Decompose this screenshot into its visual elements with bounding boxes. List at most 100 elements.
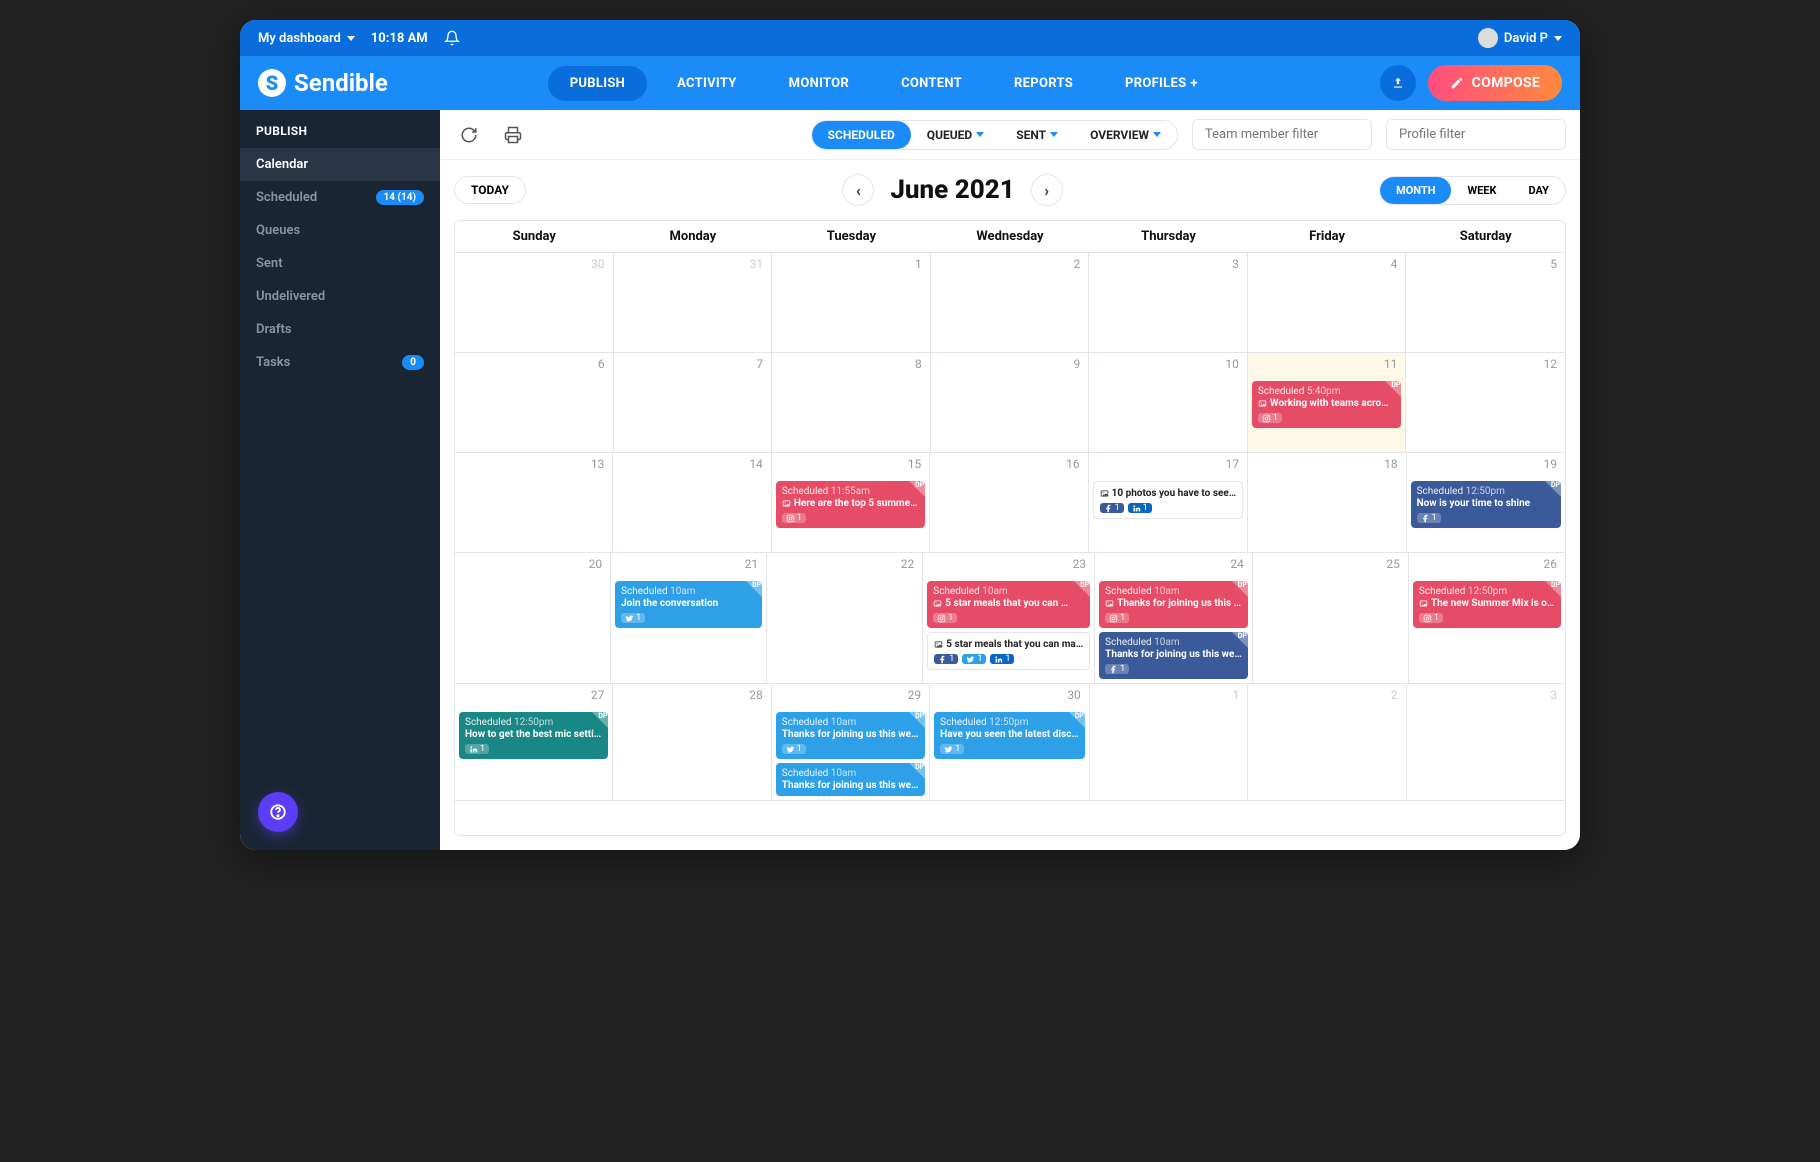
event-card[interactable]: DPScheduled 10amThanks for joining us th… — [1099, 632, 1248, 679]
calendar-cell[interactable]: 6 — [455, 353, 614, 453]
calendar-cell[interactable]: 22 — [767, 553, 923, 684]
sidebar-item-tasks[interactable]: Tasks0 — [240, 346, 440, 379]
calendar-cell[interactable]: 15DPScheduled 11:55amHere are the top 5 … — [772, 453, 930, 553]
calendar-cell[interactable]: 1 — [772, 253, 931, 353]
calendar-cell[interactable]: 13 — [455, 453, 613, 553]
calendar-cell[interactable]: 1 — [1090, 684, 1248, 801]
nav-content[interactable]: CONTENT — [879, 66, 984, 101]
upload-button[interactable] — [1380, 65, 1416, 101]
chevron-down-icon — [1153, 132, 1161, 137]
calendar-cell[interactable]: 29DPScheduled 10amThanks for joining us … — [772, 684, 930, 801]
event-card[interactable]: DPScheduled 10amThanks for joining us th… — [776, 712, 925, 759]
calendar-cell[interactable]: 24DPScheduled 10amThanks for joining us … — [1095, 553, 1253, 684]
dow-label: Tuesday — [772, 221, 931, 253]
event-card[interactable]: DPScheduled 12:50pmHave you seen the lat… — [934, 712, 1085, 759]
calendar-cell[interactable]: 2 — [1248, 684, 1406, 801]
print-icon[interactable] — [498, 120, 528, 150]
nav-publish[interactable]: PUBLISH — [548, 66, 647, 101]
prev-month-button[interactable]: ‹ — [842, 174, 874, 206]
calendar-cell[interactable]: 28 — [613, 684, 771, 801]
calendar-cell[interactable]: 10 — [1089, 353, 1248, 453]
calendar-cell[interactable]: 4 — [1248, 253, 1407, 353]
calendar-cell[interactable]: 1710 photos you have to see…11 — [1089, 453, 1249, 553]
calendar-cell[interactable]: 25 — [1253, 553, 1409, 684]
sidebar-item-queues[interactable]: Queues — [240, 214, 440, 247]
nav-monitor[interactable]: MONITOR — [767, 66, 871, 101]
event-card[interactable]: DPScheduled 12:50pmHow to get the best m… — [459, 712, 608, 759]
calendar-cell[interactable]: 18 — [1248, 453, 1406, 553]
calendar-cell[interactable]: 27DPScheduled 12:50pmHow to get the best… — [455, 684, 613, 801]
team-filter-input[interactable] — [1192, 119, 1372, 150]
filter-scheduled[interactable]: SCHEDULED — [812, 121, 911, 149]
event-card[interactable]: DPScheduled 10am5 star meals that you ca… — [927, 581, 1090, 628]
brand[interactable]: S Sendible — [258, 69, 388, 97]
calendar-cell[interactable]: 30 — [455, 253, 614, 353]
date-number: 30 — [1067, 688, 1081, 702]
view-week[interactable]: WEEK — [1451, 177, 1512, 204]
event-card[interactable]: DP5 star meals that you can ma…111 — [927, 632, 1090, 670]
nav-profiles[interactable]: PROFILES + — [1103, 66, 1220, 101]
refresh-icon[interactable] — [454, 120, 484, 150]
bell-icon[interactable] — [444, 30, 460, 46]
calendar-cell[interactable]: 9 — [931, 353, 1090, 453]
date-number: 5 — [1550, 257, 1557, 271]
event-card[interactable]: DPScheduled 12:50pmThe new Summer Mix is… — [1413, 581, 1561, 628]
filter-sent[interactable]: SENT — [1000, 121, 1074, 149]
today-button[interactable]: TODAY — [454, 176, 526, 204]
content: SCHEDULEDQUEUEDSENTOVERVIEW TODAY ‹ June… — [440, 110, 1580, 850]
calendar-cell[interactable]: 11DPScheduled 5:40pmWorking with teams a… — [1248, 353, 1407, 453]
view-day[interactable]: DAY — [1512, 177, 1565, 204]
calendar-cell[interactable]: 16 — [930, 453, 1088, 553]
sidebar-item-calendar[interactable]: Calendar — [240, 148, 440, 181]
event-title: Thanks for joining us this we… — [1105, 649, 1242, 660]
filter-overview[interactable]: OVERVIEW — [1074, 121, 1177, 149]
calendar-cell[interactable]: 21DPScheduled 10amJoin the conversation1 — [611, 553, 767, 684]
calendar-cell[interactable]: 3 — [1407, 684, 1565, 801]
view-month[interactable]: MONTH — [1380, 177, 1451, 204]
calendar-cell[interactable]: 3 — [1089, 253, 1248, 353]
calendar-cell[interactable]: 2 — [931, 253, 1090, 353]
nav-activity[interactable]: ACTIVITY — [655, 66, 759, 101]
calendar-cell[interactable]: 20 — [455, 553, 611, 684]
sidebar-item-drafts[interactable]: Drafts — [240, 313, 440, 346]
sidebar-item-scheduled[interactable]: Scheduled14 (14) — [240, 181, 440, 214]
event-card[interactable]: DPScheduled 10amThanks for joining us th… — [1099, 581, 1248, 628]
event-card[interactable]: DPScheduled 10amJoin the conversation1 — [615, 581, 762, 628]
date-number: 28 — [749, 688, 763, 702]
nav-reports[interactable]: REPORTS — [992, 66, 1095, 101]
dow-label: Saturday — [1406, 221, 1565, 253]
event-card[interactable]: DPScheduled 5:40pmWorking with teams acr… — [1252, 381, 1402, 428]
date-number: 4 — [1391, 257, 1398, 271]
event-card[interactable]: 10 photos you have to see…11 — [1093, 481, 1244, 519]
sidebar-item-label: Drafts — [256, 322, 292, 337]
calendar-cell[interactable]: 26 DPScheduled 12:50pmThe new Summer Mix … — [1409, 553, 1565, 684]
user-menu[interactable]: David P — [1478, 28, 1562, 48]
event-card[interactable]: DPScheduled 10amThanks for joining us th… — [776, 763, 925, 796]
event-time: 10am — [670, 586, 695, 597]
calendar-cell[interactable]: 12 — [1406, 353, 1565, 453]
dow-label: Wednesday — [931, 221, 1090, 253]
date-number: 26 — [1544, 557, 1558, 571]
li-icon: 1 — [1128, 503, 1152, 513]
event-card[interactable]: DPScheduled 11:55amHere are the top 5 su… — [776, 481, 925, 528]
calendar-cell[interactable]: 19DPScheduled 12:50pmNow is your time to… — [1407, 453, 1565, 553]
calendar-cell[interactable]: 8 — [772, 353, 931, 453]
sidebar-item-undelivered[interactable]: Undelivered — [240, 280, 440, 313]
calendar-cell[interactable]: 31 — [614, 253, 773, 353]
calendar-cell[interactable]: 23DPScheduled 10am5 star meals that you … — [923, 553, 1095, 684]
dow-label: Thursday — [1089, 221, 1248, 253]
calendar-cell[interactable]: 14 — [613, 453, 771, 553]
compose-button[interactable]: COMPOSE — [1428, 65, 1562, 101]
calendar-cell[interactable]: 30 DPScheduled 12:50pmHave you seen the l… — [930, 684, 1090, 801]
next-month-button[interactable]: › — [1031, 174, 1063, 206]
plus-icon: + — [1190, 76, 1197, 91]
sidebar-item-sent[interactable]: Sent — [240, 247, 440, 280]
calendar-cell[interactable]: 5 — [1406, 253, 1565, 353]
help-button[interactable] — [258, 792, 298, 832]
profile-filter-input[interactable] — [1386, 119, 1566, 150]
date-number: 2 — [1074, 257, 1081, 271]
dashboard-dropdown[interactable]: My dashboard — [258, 31, 355, 46]
event-card[interactable]: DPScheduled 12:50pmNow is your time to s… — [1411, 481, 1561, 528]
filter-queued[interactable]: QUEUED — [911, 121, 1000, 149]
calendar-cell[interactable]: 7 — [614, 353, 773, 453]
